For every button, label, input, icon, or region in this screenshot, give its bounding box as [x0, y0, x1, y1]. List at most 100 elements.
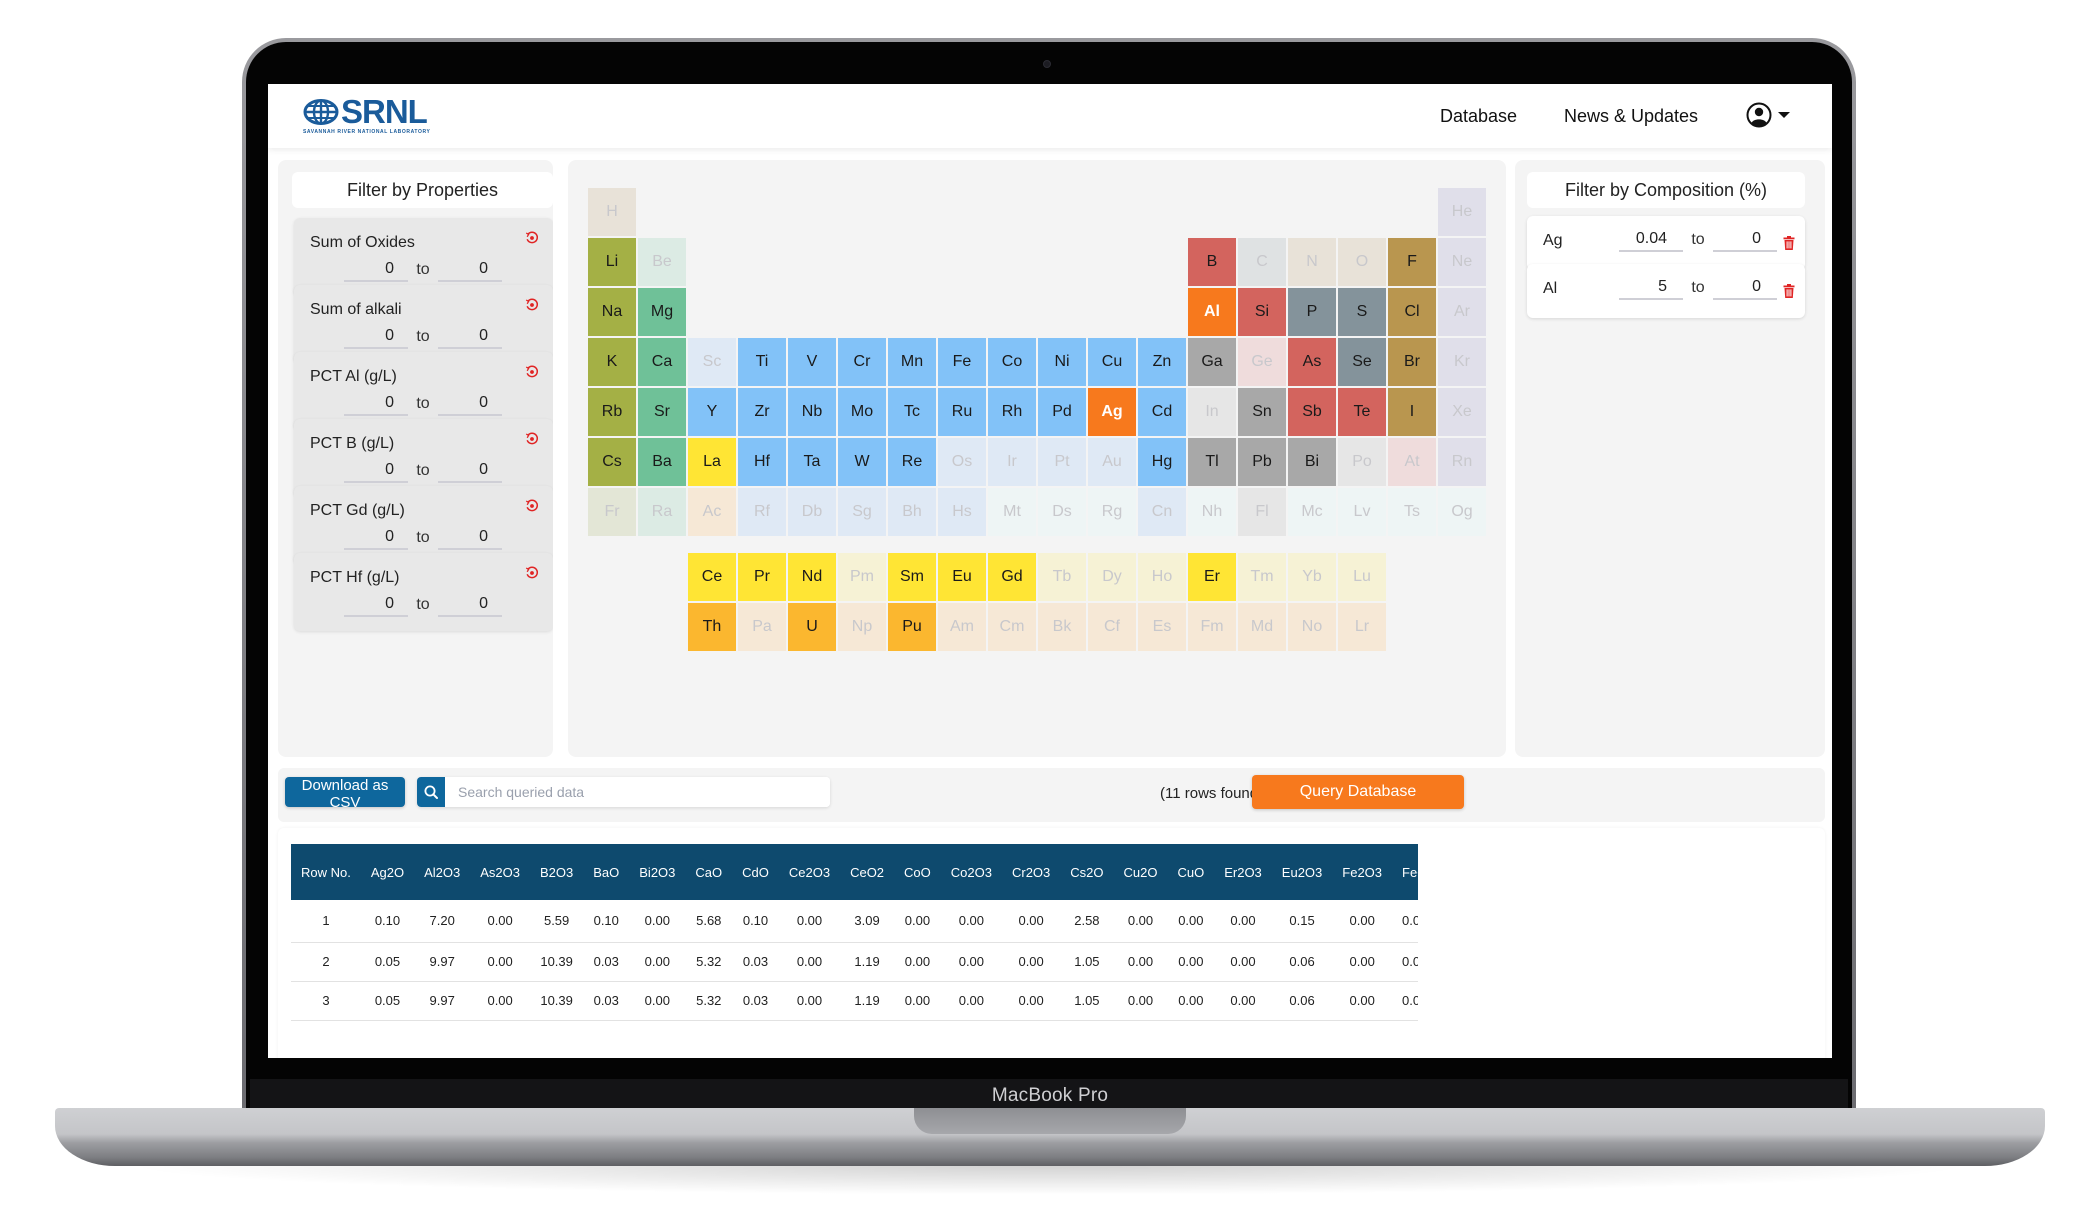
- element-sb[interactable]: Sb: [1288, 388, 1336, 436]
- element-bh[interactable]: Bh: [888, 488, 936, 536]
- element-cm[interactable]: Cm: [988, 603, 1036, 651]
- element-rg[interactable]: Rg: [1088, 488, 1136, 536]
- element-gd[interactable]: Gd: [988, 553, 1036, 601]
- element-cd[interactable]: Cd: [1138, 388, 1186, 436]
- column-header[interactable]: Bi2O3: [629, 844, 686, 900]
- composition-max-input[interactable]: [1713, 228, 1777, 252]
- element-as[interactable]: As: [1288, 338, 1336, 386]
- column-header[interactable]: Ag2O: [360, 844, 415, 900]
- element-b[interactable]: B: [1188, 238, 1236, 286]
- element-la[interactable]: La: [688, 438, 736, 486]
- element-dy[interactable]: Dy: [1088, 553, 1136, 601]
- element-mc[interactable]: Mc: [1288, 488, 1336, 536]
- column-header[interactable]: FeO: [1392, 844, 1418, 900]
- element-f[interactable]: F: [1388, 238, 1436, 286]
- element-mg[interactable]: Mg: [638, 288, 686, 336]
- property-min-input[interactable]: [344, 593, 408, 617]
- element-sm[interactable]: Sm: [888, 553, 936, 601]
- element-cs[interactable]: Cs: [588, 438, 636, 486]
- element-nh[interactable]: Nh: [1188, 488, 1236, 536]
- element-n[interactable]: N: [1288, 238, 1336, 286]
- property-max-input[interactable]: [438, 526, 502, 550]
- element-tm[interactable]: Tm: [1238, 553, 1286, 601]
- element-cu[interactable]: Cu: [1088, 338, 1136, 386]
- element-nb[interactable]: Nb: [788, 388, 836, 436]
- trash-icon[interactable]: [1783, 236, 1795, 250]
- element-no[interactable]: No: [1288, 603, 1336, 651]
- element-tb[interactable]: Tb: [1038, 553, 1086, 601]
- download-csv-button[interactable]: Download as CSV: [285, 777, 405, 811]
- element-np[interactable]: Np: [838, 603, 886, 651]
- column-header[interactable]: Row No.: [291, 844, 361, 900]
- property-min-input[interactable]: [344, 459, 408, 483]
- element-pt[interactable]: Pt: [1038, 438, 1086, 486]
- element-rb[interactable]: Rb: [588, 388, 636, 436]
- nav-database[interactable]: Database: [1440, 106, 1517, 127]
- element-ga[interactable]: Ga: [1188, 338, 1236, 386]
- reset-icon[interactable]: [525, 365, 539, 379]
- column-header[interactable]: As2O3: [470, 844, 530, 900]
- element-pa[interactable]: Pa: [738, 603, 786, 651]
- column-header[interactable]: BaO: [583, 844, 630, 900]
- element-mt[interactable]: Mt: [988, 488, 1036, 536]
- column-header[interactable]: Er2O3: [1214, 844, 1272, 900]
- element-rh[interactable]: Rh: [988, 388, 1036, 436]
- element-c[interactable]: C: [1238, 238, 1286, 286]
- element-ra[interactable]: Ra: [638, 488, 686, 536]
- reset-icon[interactable]: [525, 499, 539, 513]
- element-hs[interactable]: Hs: [938, 488, 986, 536]
- element-og[interactable]: Og: [1438, 488, 1486, 536]
- element-tl[interactable]: Tl: [1188, 438, 1236, 486]
- element-ds[interactable]: Ds: [1038, 488, 1086, 536]
- element-pr[interactable]: Pr: [738, 553, 786, 601]
- column-header[interactable]: Cr2O3: [1001, 844, 1061, 900]
- element-ne[interactable]: Ne: [1438, 238, 1486, 286]
- srnl-logo[interactable]: SRNL SAVANNAH RIVER NATIONAL LABORATORY: [303, 95, 430, 135]
- column-header[interactable]: CeO2: [840, 844, 895, 900]
- column-header[interactable]: CuO: [1167, 844, 1215, 900]
- element-po[interactable]: Po: [1338, 438, 1386, 486]
- element-li[interactable]: Li: [588, 238, 636, 286]
- element-ho[interactable]: Ho: [1138, 553, 1186, 601]
- element-i[interactable]: I: [1388, 388, 1436, 436]
- trash-icon[interactable]: [1783, 284, 1795, 298]
- element-lu[interactable]: Lu: [1338, 553, 1386, 601]
- property-min-input[interactable]: [344, 258, 408, 282]
- element-ba[interactable]: Ba: [638, 438, 686, 486]
- element-p[interactable]: P: [1288, 288, 1336, 336]
- element-cn[interactable]: Cn: [1138, 488, 1186, 536]
- element-ti[interactable]: Ti: [738, 338, 786, 386]
- table-row[interactable]: 3 0.05 9.97 0.00 10.39 0.03 0.00 5.32 0.03 0.00 1.…: [291, 981, 1418, 1021]
- element-w[interactable]: W: [838, 438, 886, 486]
- element-s[interactable]: S: [1338, 288, 1386, 336]
- element-yb[interactable]: Yb: [1288, 553, 1336, 601]
- element-h[interactable]: H: [588, 188, 636, 236]
- element-he[interactable]: He: [1438, 188, 1486, 236]
- element-rn[interactable]: Rn: [1438, 438, 1486, 486]
- element-ag[interactable]: Ag: [1088, 388, 1136, 436]
- element-be[interactable]: Be: [638, 238, 686, 286]
- element-sn[interactable]: Sn: [1238, 388, 1286, 436]
- column-header[interactable]: CdO: [732, 844, 779, 900]
- element-fl[interactable]: Fl: [1238, 488, 1286, 536]
- table-row[interactable]: 2 0.05 9.97 0.00 10.39 0.03 0.00 5.32 0.03 0.00 1.…: [291, 942, 1418, 982]
- element-zr[interactable]: Zr: [738, 388, 786, 436]
- element-ta[interactable]: Ta: [788, 438, 836, 486]
- element-zn[interactable]: Zn: [1138, 338, 1186, 386]
- element-md[interactable]: Md: [1238, 603, 1286, 651]
- results-table-scroll[interactable]: Row No. Ag2O Al2O3 As2O3 B2O3 BaO Bi2O3 CaO CdO C…: [291, 844, 1418, 1021]
- column-header[interactable]: Eu2O3: [1271, 844, 1333, 900]
- element-at[interactable]: At: [1388, 438, 1436, 486]
- nav-news-updates[interactable]: News & Updates: [1564, 106, 1698, 127]
- element-lv[interactable]: Lv: [1338, 488, 1386, 536]
- property-max-input[interactable]: [438, 325, 502, 349]
- element-ar[interactable]: Ar: [1438, 288, 1486, 336]
- element-y[interactable]: Y: [688, 388, 736, 436]
- column-header[interactable]: Al2O3: [414, 844, 471, 900]
- element-am[interactable]: Am: [938, 603, 986, 651]
- composition-min-input[interactable]: [1619, 228, 1683, 252]
- property-max-input[interactable]: [438, 593, 502, 617]
- property-max-input[interactable]: [438, 459, 502, 483]
- element-kr[interactable]: Kr: [1438, 338, 1486, 386]
- element-cf[interactable]: Cf: [1088, 603, 1136, 651]
